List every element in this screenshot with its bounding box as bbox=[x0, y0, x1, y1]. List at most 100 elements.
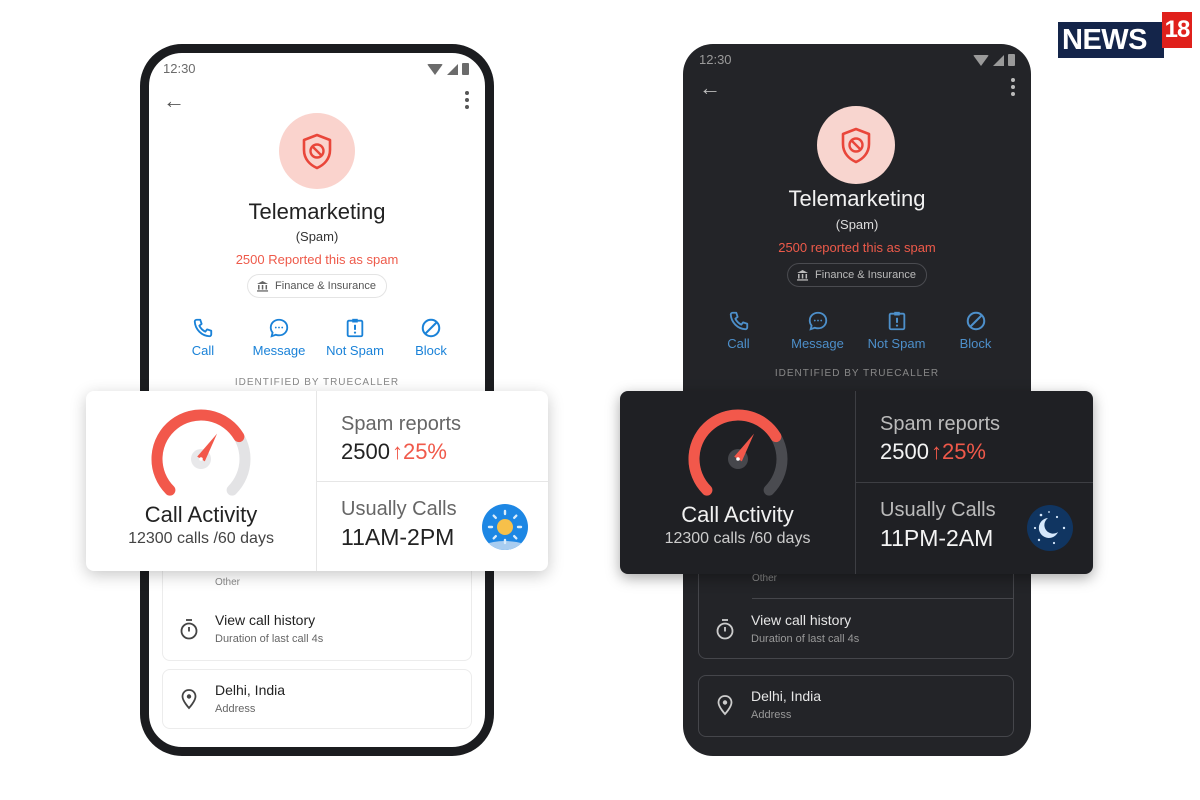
address-row[interactable]: Delhi, India Address bbox=[163, 670, 471, 730]
not-spam-button[interactable]: Not Spam bbox=[319, 317, 391, 358]
spam-reports-number: 2500 bbox=[880, 439, 929, 464]
address-subtitle: Address bbox=[215, 703, 256, 715]
more-options-icon[interactable] bbox=[1011, 78, 1015, 96]
phone-icon bbox=[193, 318, 213, 338]
not-spam-label: Not Spam bbox=[867, 336, 926, 351]
call-activity-subtitle: 12300 calls /60 days bbox=[128, 530, 274, 547]
usually-calls-value: 11AM-2PM bbox=[341, 523, 455, 550]
call-button[interactable]: Call bbox=[703, 310, 775, 351]
moon-icon bbox=[1027, 505, 1073, 551]
action-bar: Call Message Not Spam Block bbox=[683, 310, 1031, 351]
app-bar: ← bbox=[683, 76, 1031, 100]
bank-icon bbox=[797, 270, 809, 281]
spam-reports-trend: ↑25% bbox=[930, 439, 986, 464]
call-activity-gauge bbox=[151, 409, 251, 496]
more-options-icon[interactable] bbox=[465, 91, 469, 109]
block-button[interactable]: Block bbox=[395, 317, 467, 358]
spam-reports-trend: ↑25% bbox=[391, 439, 447, 464]
back-arrow-icon[interactable]: ← bbox=[699, 76, 721, 100]
call-activity-title: Call Activity bbox=[144, 502, 258, 527]
status-bar: 12:30 bbox=[699, 52, 1015, 70]
shield-block-icon bbox=[841, 127, 871, 164]
location-pin-icon bbox=[717, 695, 733, 716]
spam-avatar bbox=[817, 106, 895, 184]
block-button[interactable]: Block bbox=[940, 310, 1012, 351]
identified-by-label: IDENTIFIED BY TRUECALLER bbox=[234, 377, 400, 388]
not-spam-icon bbox=[888, 311, 905, 331]
news18-logo: NEWS 18 bbox=[1058, 12, 1192, 60]
address-title: Delhi, India bbox=[215, 682, 286, 698]
category-label: Finance & Insurance bbox=[815, 269, 916, 281]
not-spam-button[interactable]: Not Spam bbox=[861, 310, 933, 351]
status-time: 12:30 bbox=[699, 52, 732, 67]
sun-icon bbox=[482, 503, 528, 550]
caller-name: Telemarketing bbox=[248, 199, 386, 224]
call-button[interactable]: Call bbox=[167, 317, 239, 358]
address-card[interactable]: Delhi, India Address bbox=[162, 669, 472, 729]
category-chip[interactable]: Finance & Insurance bbox=[787, 263, 927, 287]
partial-row-label: Other bbox=[215, 577, 241, 588]
not-spam-label: Not Spam bbox=[326, 343, 384, 358]
message-label: Message bbox=[252, 343, 306, 358]
call-history-row[interactable]: View call history Duration of last call … bbox=[163, 600, 471, 660]
usually-calls-panel: Usually Calls 11PM-2AM bbox=[856, 483, 1093, 574]
caller-type: (Spam) bbox=[295, 229, 339, 244]
call-history-title: View call history bbox=[215, 612, 316, 628]
status-time: 12:30 bbox=[163, 61, 196, 76]
shield-block-icon bbox=[302, 133, 332, 170]
spam-reports-value: 2500↑25% bbox=[341, 439, 447, 465]
app-bar: ← bbox=[149, 89, 485, 113]
status-bar: 12:30 bbox=[163, 61, 469, 79]
usually-calls-value: 11PM-2AM bbox=[880, 525, 994, 551]
logo-number: 18 bbox=[1162, 12, 1192, 48]
address-subtitle: Address bbox=[751, 709, 792, 721]
stopwatch-icon bbox=[180, 619, 198, 640]
spam-reports-panel: Spam reports 2500↑25% bbox=[317, 391, 548, 482]
address-row[interactable]: Delhi, India Address bbox=[699, 676, 1013, 736]
call-activity-panel: Call Activity 12300 calls /60 days bbox=[86, 391, 317, 571]
category-label: Finance & Insurance bbox=[275, 280, 376, 292]
dark-insights-card: Call Activity 12300 calls /60 days Spam … bbox=[620, 391, 1093, 574]
spam-reports-label: Spam reports bbox=[880, 413, 1001, 435]
identified-by-label: IDENTIFIED BY TRUECALLER bbox=[774, 368, 940, 379]
signal-icon bbox=[447, 63, 458, 75]
call-history-subtitle: Duration of last call 4s bbox=[751, 633, 860, 645]
spam-report-count: 2500 Reported this as spam bbox=[235, 252, 399, 267]
spam-reports-number: 2500 bbox=[341, 439, 390, 464]
address-title: Delhi, India bbox=[751, 688, 822, 704]
category-chip[interactable]: Finance & Insurance bbox=[247, 274, 387, 298]
call-activity-title: Call Activity bbox=[681, 502, 794, 527]
phone-icon bbox=[729, 311, 748, 331]
call-activity-gauge bbox=[688, 409, 787, 496]
address-card[interactable]: Delhi, India Address bbox=[698, 675, 1014, 737]
usually-calls-panel: Usually Calls 11AM-2PM bbox=[317, 482, 548, 572]
block-label: Block bbox=[959, 336, 992, 351]
not-spam-icon bbox=[346, 318, 364, 338]
call-activity-panel: Call Activity 12300 calls /60 days bbox=[620, 391, 856, 574]
block-icon bbox=[966, 311, 985, 331]
partial-row-label: Other bbox=[752, 573, 778, 584]
bank-icon bbox=[257, 281, 269, 292]
message-button[interactable]: Message bbox=[782, 310, 854, 351]
action-bar: Call Message Not Spam Block bbox=[149, 317, 485, 358]
location-pin-icon bbox=[181, 689, 197, 710]
block-label: Block bbox=[415, 343, 447, 358]
call-history-row[interactable]: View call history Duration of last call … bbox=[699, 600, 1013, 660]
call-label: Call bbox=[727, 336, 750, 351]
battery-icon bbox=[462, 63, 469, 75]
wifi-icon bbox=[973, 54, 989, 66]
call-label: Call bbox=[191, 343, 215, 358]
call-history-subtitle: Duration of last call 4s bbox=[215, 633, 324, 645]
signal-icon bbox=[993, 54, 1004, 66]
back-arrow-icon[interactable]: ← bbox=[163, 89, 185, 113]
message-button[interactable]: Message bbox=[243, 317, 315, 358]
light-insights-card: Call Activity 12300 calls /60 days Spam … bbox=[86, 391, 548, 571]
spam-report-count: 2500 reported this as spam bbox=[778, 240, 936, 255]
call-activity-subtitle: 12300 calls /60 days bbox=[664, 530, 811, 547]
wifi-icon bbox=[427, 63, 443, 75]
row-divider bbox=[752, 598, 1013, 599]
message-icon bbox=[808, 311, 827, 331]
spam-reports-value: 2500↑25% bbox=[880, 439, 986, 465]
spam-reports-label: Spam reports bbox=[341, 413, 462, 435]
spam-avatar bbox=[279, 113, 355, 189]
